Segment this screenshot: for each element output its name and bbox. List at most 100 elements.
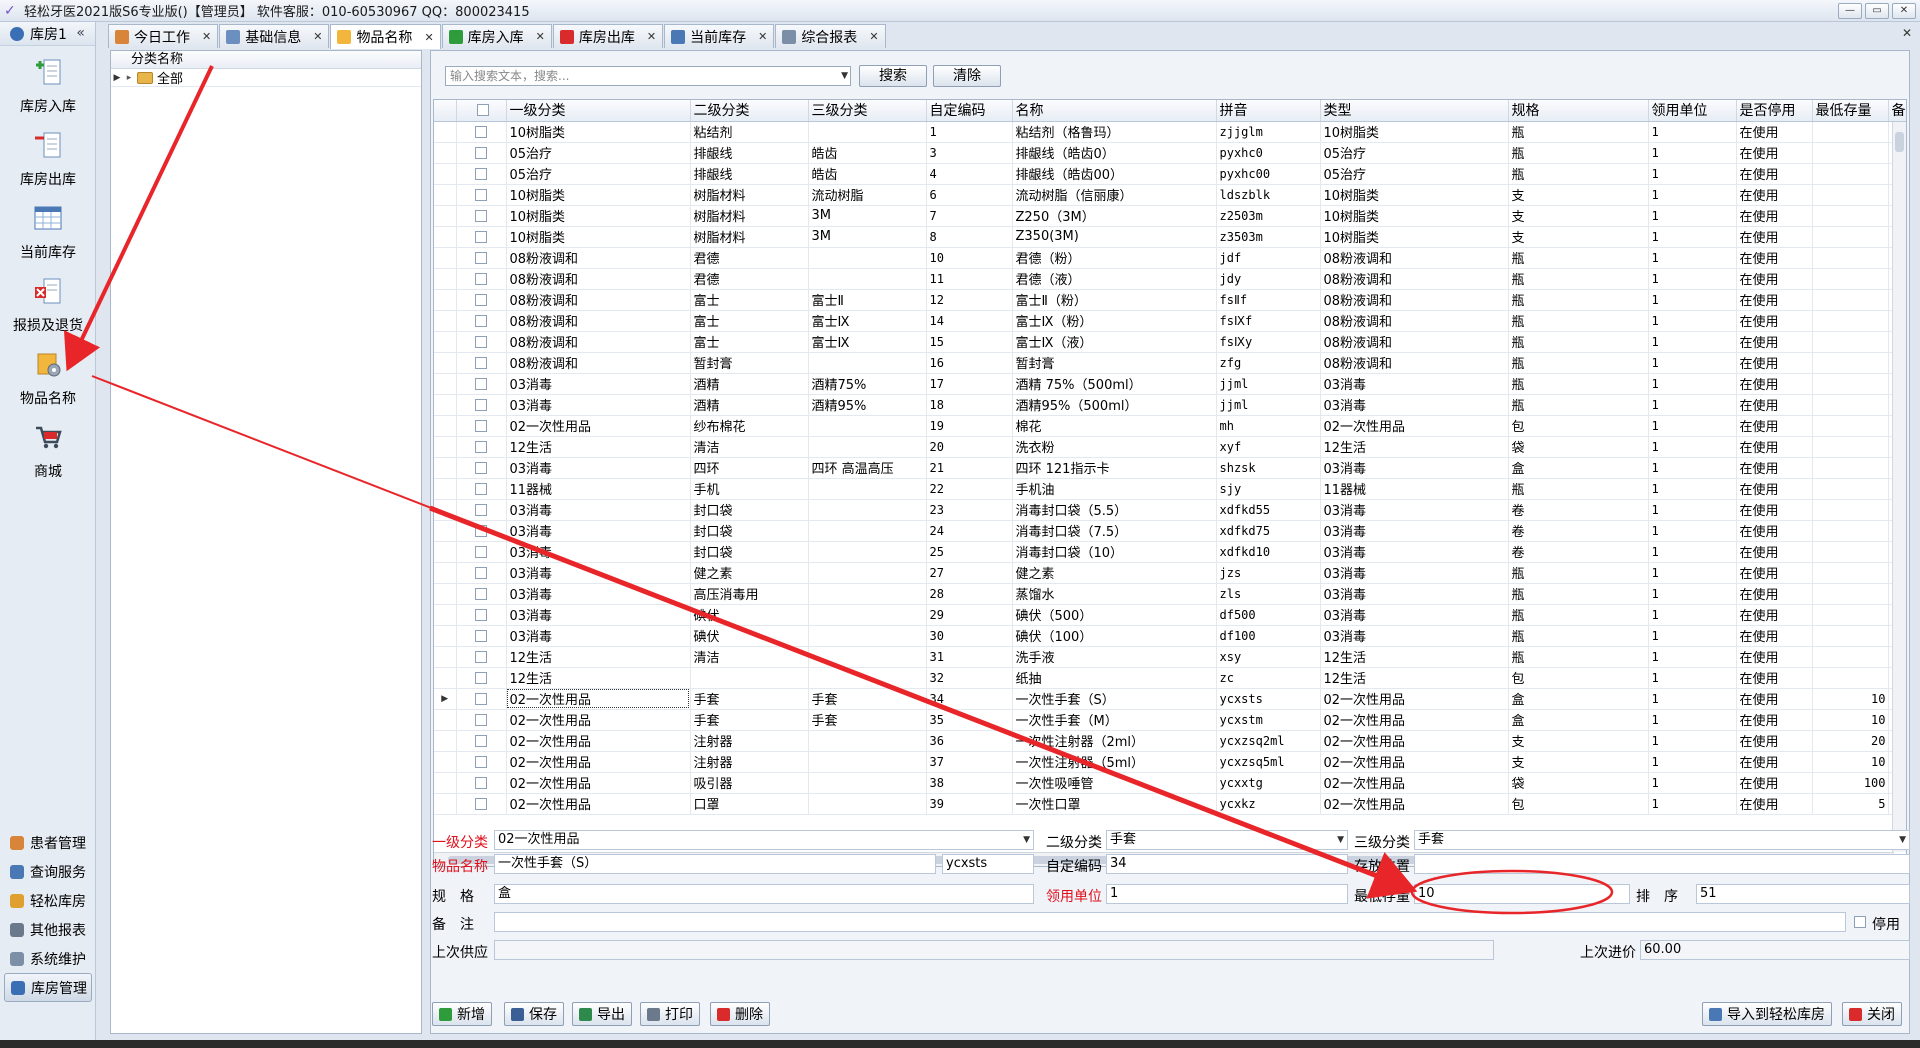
row-checkbox[interactable] xyxy=(475,335,487,348)
close-tab-icon[interactable]: ✕ xyxy=(424,31,433,44)
table-cell[interactable]: 瓶 xyxy=(1508,352,1649,374)
table-cell[interactable]: 29 xyxy=(926,604,1013,626)
table-cell[interactable]: 08粉液调和 xyxy=(1320,289,1509,311)
row-checkbox[interactable] xyxy=(475,629,487,642)
table-cell[interactable]: 酒精 75%（500ml） xyxy=(1012,373,1217,395)
table-cell[interactable]: 17 xyxy=(926,373,1013,395)
tab-current-stock[interactable]: 当前库存 ✕ xyxy=(664,24,775,48)
table-cell[interactable] xyxy=(1812,625,1889,647)
table-cell[interactable]: 10 xyxy=(926,247,1013,269)
table-cell[interactable]: 1 xyxy=(1648,163,1737,185)
table-cell[interactable]: jjml xyxy=(1216,373,1321,395)
table-cell[interactable]: 08粉液调和 xyxy=(1320,310,1509,332)
table-row[interactable]: 12生活 清洁 31 洗手液 xsy 12生活瓶 1 在使用 xyxy=(434,646,1906,668)
table-cell[interactable]: 在使用 xyxy=(1736,247,1813,269)
row-checkbox[interactable] xyxy=(475,419,487,432)
table-row[interactable]: 10树脂类 树脂材料 流动树脂 6 流动树脂（信丽康） ldszblk 10树脂类支 1 在使用 xyxy=(434,184,1906,206)
close-tab-icon[interactable]: ✕ xyxy=(758,30,767,43)
chevron-down-icon[interactable]: ▼ xyxy=(1023,831,1030,849)
table-cell[interactable]: 碘伏 xyxy=(690,604,809,626)
table-cell[interactable]: 包 xyxy=(1508,667,1649,689)
table-cell[interactable]: 排龈线 xyxy=(690,163,809,185)
row-checkbox[interactable] xyxy=(475,377,487,390)
table-cell[interactable]: 一次性口罩 xyxy=(1012,793,1217,815)
table-cell[interactable] xyxy=(1812,667,1889,689)
table-cell[interactable]: 1 xyxy=(1648,289,1737,311)
table-cell[interactable]: 支 xyxy=(1508,751,1649,773)
table-row[interactable]: 03消毒 碘伏 30 碘伏（100） df100 03消毒瓶 1 在使用 xyxy=(434,625,1906,647)
table-cell[interactable]: 10树脂类 xyxy=(506,121,691,143)
table-row[interactable]: 02一次性用品 口罩 39 一次性口罩 ycxkz 02一次性用品包 1 在使用 5 xyxy=(434,793,1906,815)
table-cell[interactable] xyxy=(808,520,927,542)
table-cell[interactable]: jdf xyxy=(1216,247,1321,269)
tab-list-close-icon[interactable]: ✕ xyxy=(1902,26,1912,40)
level1-select[interactable]: 02一次性用品 ▼ xyxy=(494,830,1034,850)
table-cell[interactable] xyxy=(808,604,927,626)
table-cell[interactable]: 34 xyxy=(926,688,1013,710)
table-cell[interactable]: 03消毒 xyxy=(506,457,691,479)
table-cell[interactable]: 12生活 xyxy=(506,667,691,689)
table-cell[interactable]: 君德（液） xyxy=(1012,268,1217,290)
custom-code-input[interactable]: 34 xyxy=(1106,854,1348,874)
table-cell[interactable]: 27 xyxy=(926,562,1013,584)
table-cell[interactable]: 袋 xyxy=(1508,436,1649,458)
table-cell[interactable]: 在使用 xyxy=(1736,226,1813,248)
table-cell[interactable]: df100 xyxy=(1216,625,1321,647)
table-cell[interactable]: 16 xyxy=(926,352,1013,374)
table-cell[interactable]: 消毒封口袋（10） xyxy=(1012,541,1217,563)
table-cell[interactable]: 在使用 xyxy=(1736,709,1813,731)
row-checkbox[interactable] xyxy=(475,272,487,285)
table-cell[interactable]: 棉花 xyxy=(1012,415,1217,437)
table-cell[interactable]: 1 xyxy=(1648,373,1737,395)
table-cell[interactable]: 32 xyxy=(926,667,1013,689)
table-row[interactable]: 10树脂类 树脂材料 3M 7 Z250（3M） z2503m 10树脂类支 1 在使用 xyxy=(434,205,1906,227)
table-cell[interactable]: 手套 xyxy=(690,688,809,710)
table-cell[interactable]: 1 xyxy=(1648,772,1737,794)
row-select-cell[interactable] xyxy=(456,793,507,815)
row-select-cell[interactable] xyxy=(456,688,507,710)
table-cell[interactable] xyxy=(1812,226,1889,248)
table-cell[interactable]: ycxzsq5ml xyxy=(1216,751,1321,773)
table-row[interactable]: 03消毒 封口袋 23 消毒封口袋（5.5） xdfkd55 03消毒卷 1 在使用 xyxy=(434,499,1906,521)
table-cell[interactable]: 在使用 xyxy=(1736,289,1813,311)
print-button[interactable]: 打印 xyxy=(640,1002,700,1026)
table-cell[interactable]: 支 xyxy=(1508,226,1649,248)
table-cell[interactable] xyxy=(808,625,927,647)
table-cell[interactable]: 在使用 xyxy=(1736,394,1813,416)
table-cell[interactable]: 3 xyxy=(926,142,1013,164)
chevron-down-icon[interactable]: ▼ xyxy=(841,67,848,85)
table-cell[interactable]: 洗衣粉 xyxy=(1012,436,1217,458)
row-checkbox[interactable] xyxy=(475,566,487,579)
column-header[interactable]: 是否停用 xyxy=(1736,100,1813,122)
table-cell[interactable]: 富士Ⅸ（液） xyxy=(1012,331,1217,353)
table-cell[interactable]: 碘伏（100） xyxy=(1012,625,1217,647)
table-cell[interactable]: 1 xyxy=(1648,142,1737,164)
table-cell[interactable]: 19 xyxy=(926,415,1013,437)
table-cell[interactable]: 在使用 xyxy=(1736,541,1813,563)
table-cell[interactable] xyxy=(808,646,927,668)
row-select-cell[interactable] xyxy=(456,541,507,563)
table-cell[interactable]: 封口袋 xyxy=(690,499,809,521)
vertical-scrollbar[interactable] xyxy=(1892,122,1906,852)
table-cell[interactable]: 富士Ⅸ xyxy=(808,310,927,332)
table-cell[interactable]: 暂封膏 xyxy=(1012,352,1217,374)
table-cell[interactable]: fsⅡf xyxy=(1216,289,1321,311)
table-cell[interactable]: 卷 xyxy=(1508,499,1649,521)
table-cell[interactable]: 12 xyxy=(926,289,1013,311)
close-window-button[interactable]: ✕ xyxy=(1892,3,1916,19)
row-checkbox[interactable] xyxy=(475,251,487,264)
table-row[interactable]: 02一次性用品 注射器 36 一次性注射器（2ml） ycxzsq2ml 02一次性用品支… xyxy=(434,730,1906,752)
table-cell[interactable]: 在使用 xyxy=(1736,646,1813,668)
table-cell[interactable]: 02一次性用品 xyxy=(506,793,691,815)
table-cell[interactable] xyxy=(808,499,927,521)
column-header[interactable]: 类型 xyxy=(1320,100,1509,122)
table-cell[interactable]: 在使用 xyxy=(1736,331,1813,353)
table-cell[interactable]: zjjglm xyxy=(1216,121,1321,143)
row-checkbox[interactable] xyxy=(475,356,487,369)
scroll-thumb[interactable] xyxy=(1895,132,1904,152)
table-cell[interactable]: 在使用 xyxy=(1736,310,1813,332)
row-select-cell[interactable] xyxy=(456,163,507,185)
table-cell[interactable]: 08粉液调和 xyxy=(1320,268,1509,290)
table-cell[interactable]: 消毒封口袋（7.5） xyxy=(1012,520,1217,542)
table-cell[interactable]: 3M xyxy=(808,226,927,248)
